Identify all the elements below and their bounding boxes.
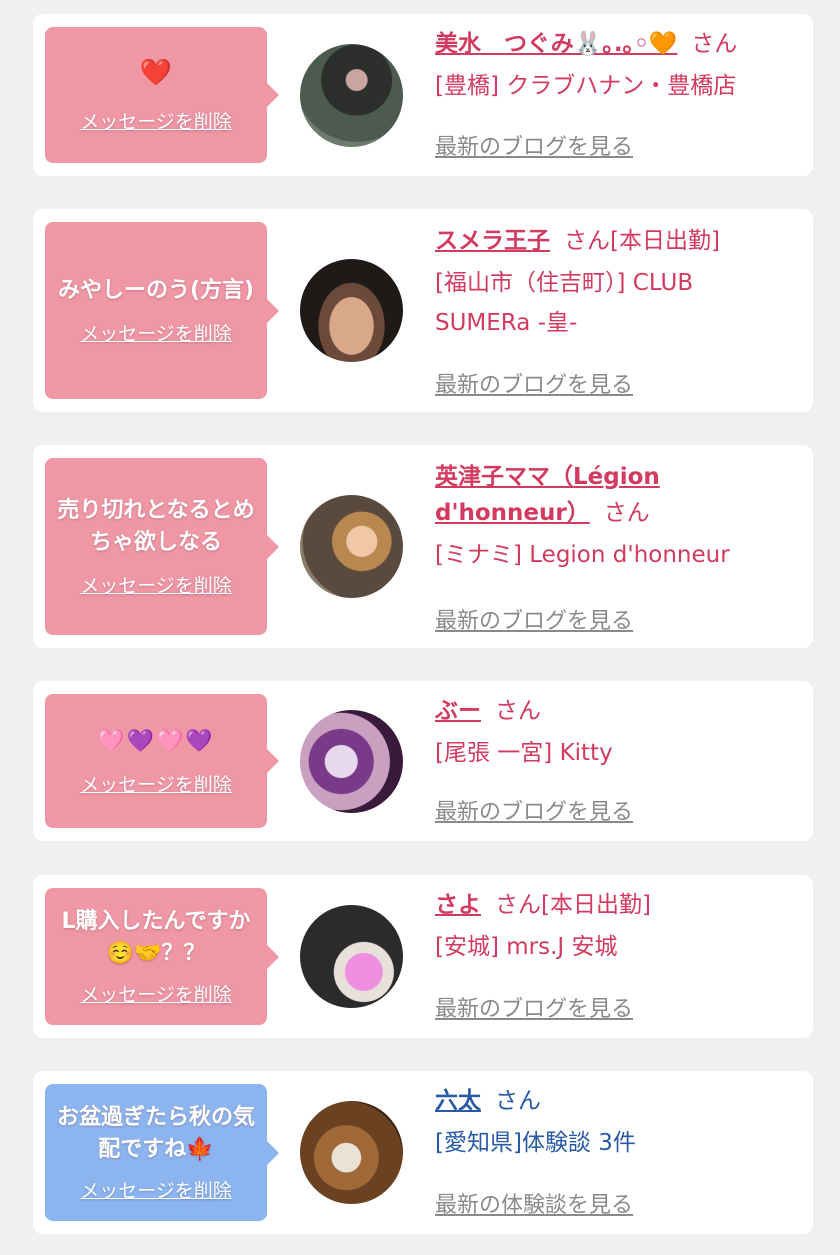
- cast-name-link[interactable]: ぶー: [435, 698, 481, 724]
- cast-name-link[interactable]: 美水 つぐみ🐰｡.｡◦🧡: [435, 31, 677, 57]
- shop-name: [尾張 一宮] Kitty: [435, 740, 613, 766]
- latest-blog-link[interactable]: 最新のブログを見る: [435, 991, 633, 1023]
- honorific: さん: [691, 31, 738, 57]
- cast-name-link[interactable]: 六太: [435, 1088, 481, 1114]
- shop-name: [ミナミ] Legion d'honneur: [435, 542, 730, 568]
- delete-message-link[interactable]: メッセージを削除: [80, 980, 232, 1007]
- shop-name: [福山市（住吉町）] CLUB SUMERa -皇-: [435, 270, 694, 336]
- avatar[interactable]: [300, 44, 403, 147]
- message-card: みやしーのう(方言) メッセージを削除 スメラ王子 さん[本日出勤] [福山市（住…: [33, 209, 813, 412]
- message-bubble: 売り切れとなるとめちゃ欲しなる メッセージを削除: [45, 458, 279, 635]
- message-bubble: 🩷💜🩷💜 メッセージを削除: [45, 694, 279, 828]
- cast-info: 英津子ママ（Légion d'honneur） さん [ミナミ] Legion d…: [435, 459, 793, 575]
- cast-info: 六太 さん [愛知県]体験談 3件: [435, 1083, 793, 1163]
- latest-blog-link[interactable]: 最新のブログを見る: [435, 794, 633, 826]
- message-bubble: お盆過ぎたら秋の気配ですね🍁 メッセージを削除: [45, 1084, 279, 1221]
- delete-message-link[interactable]: メッセージを削除: [80, 107, 232, 134]
- cast-info: ぶー さん [尾張 一宮] Kitty: [435, 693, 793, 773]
- latest-experience-report-link[interactable]: 最新の体験談を見る: [435, 1187, 633, 1219]
- avatar[interactable]: [300, 495, 403, 598]
- cast-info: 美水 つぐみ🐰｡.｡◦🧡 さん [豊橋] クラブハナン・豊橋店: [435, 26, 793, 106]
- message-text: お盆過ぎたら秋の気配ですね🍁: [56, 1105, 255, 1162]
- message-text: ❤️: [139, 57, 173, 88]
- delete-message-link[interactable]: メッセージを削除: [80, 319, 232, 346]
- message-bubble: ❤️ メッセージを削除: [45, 27, 279, 163]
- honorific: さん: [495, 1088, 541, 1114]
- delete-message-link[interactable]: メッセージを削除: [80, 1176, 232, 1203]
- cast-name-link[interactable]: さよ: [435, 892, 481, 918]
- message-card: L購入したんですか☺️🤝？？ メッセージを削除 さよ さん[本日出勤] [安城] …: [33, 875, 813, 1038]
- message-text: みやしーのう(方言): [57, 278, 255, 303]
- latest-blog-link[interactable]: 最新のブログを見る: [435, 367, 633, 399]
- cast-name-link[interactable]: スメラ王子: [435, 228, 550, 254]
- delete-message-link[interactable]: メッセージを削除: [80, 571, 232, 598]
- honorific: さん: [603, 500, 650, 526]
- cast-info: さよ さん[本日出勤] [安城] mrs.J 安城: [435, 887, 793, 967]
- avatar[interactable]: [300, 905, 403, 1008]
- message-bubble: L購入したんですか☺️🤝？？ メッセージを削除: [45, 888, 279, 1025]
- delete-message-link[interactable]: メッセージを削除: [80, 770, 232, 797]
- shop-name: [豊橋] クラブハナン・豊橋店: [435, 73, 737, 99]
- avatar[interactable]: [300, 710, 403, 813]
- shop-name: [安城] mrs.J 安城: [435, 934, 618, 960]
- message-text: L購入したんですか☺️🤝？？: [61, 909, 251, 966]
- avatar[interactable]: [300, 259, 403, 362]
- message-text: 売り切れとなるとめちゃ欲しなる: [57, 498, 255, 555]
- shop-name: [愛知県]体験談 3件: [435, 1130, 636, 1156]
- honorific: さん: [495, 698, 541, 724]
- message-card: お盆過ぎたら秋の気配ですね🍁 メッセージを削除 六太 さん [愛知県]体験談 3件…: [33, 1071, 813, 1234]
- latest-blog-link[interactable]: 最新のブログを見る: [435, 603, 633, 635]
- honorific: さん[本日出勤]: [495, 892, 651, 918]
- message-card: 売り切れとなるとめちゃ欲しなる メッセージを削除 英津子ママ（Légion d'…: [33, 445, 813, 648]
- avatar[interactable]: [300, 1101, 403, 1204]
- message-text: 🩷💜🩷💜: [97, 728, 215, 754]
- message-card: ❤️ メッセージを削除 美水 つぐみ🐰｡.｡◦🧡 さん [豊橋] クラブハナン・豊…: [33, 14, 813, 176]
- honorific: さん[本日出勤]: [564, 228, 720, 254]
- message-bubble: みやしーのう(方言) メッセージを削除: [45, 222, 279, 399]
- message-card: 🩷💜🩷💜 メッセージを削除 ぶー さん [尾張 一宮] Kitty 最新のブログを…: [33, 681, 813, 841]
- cast-info: スメラ王子 さん[本日出勤] [福山市（住吉町）] CLUB SUMERa -皇-: [435, 223, 793, 343]
- latest-blog-link[interactable]: 最新のブログを見る: [435, 129, 633, 161]
